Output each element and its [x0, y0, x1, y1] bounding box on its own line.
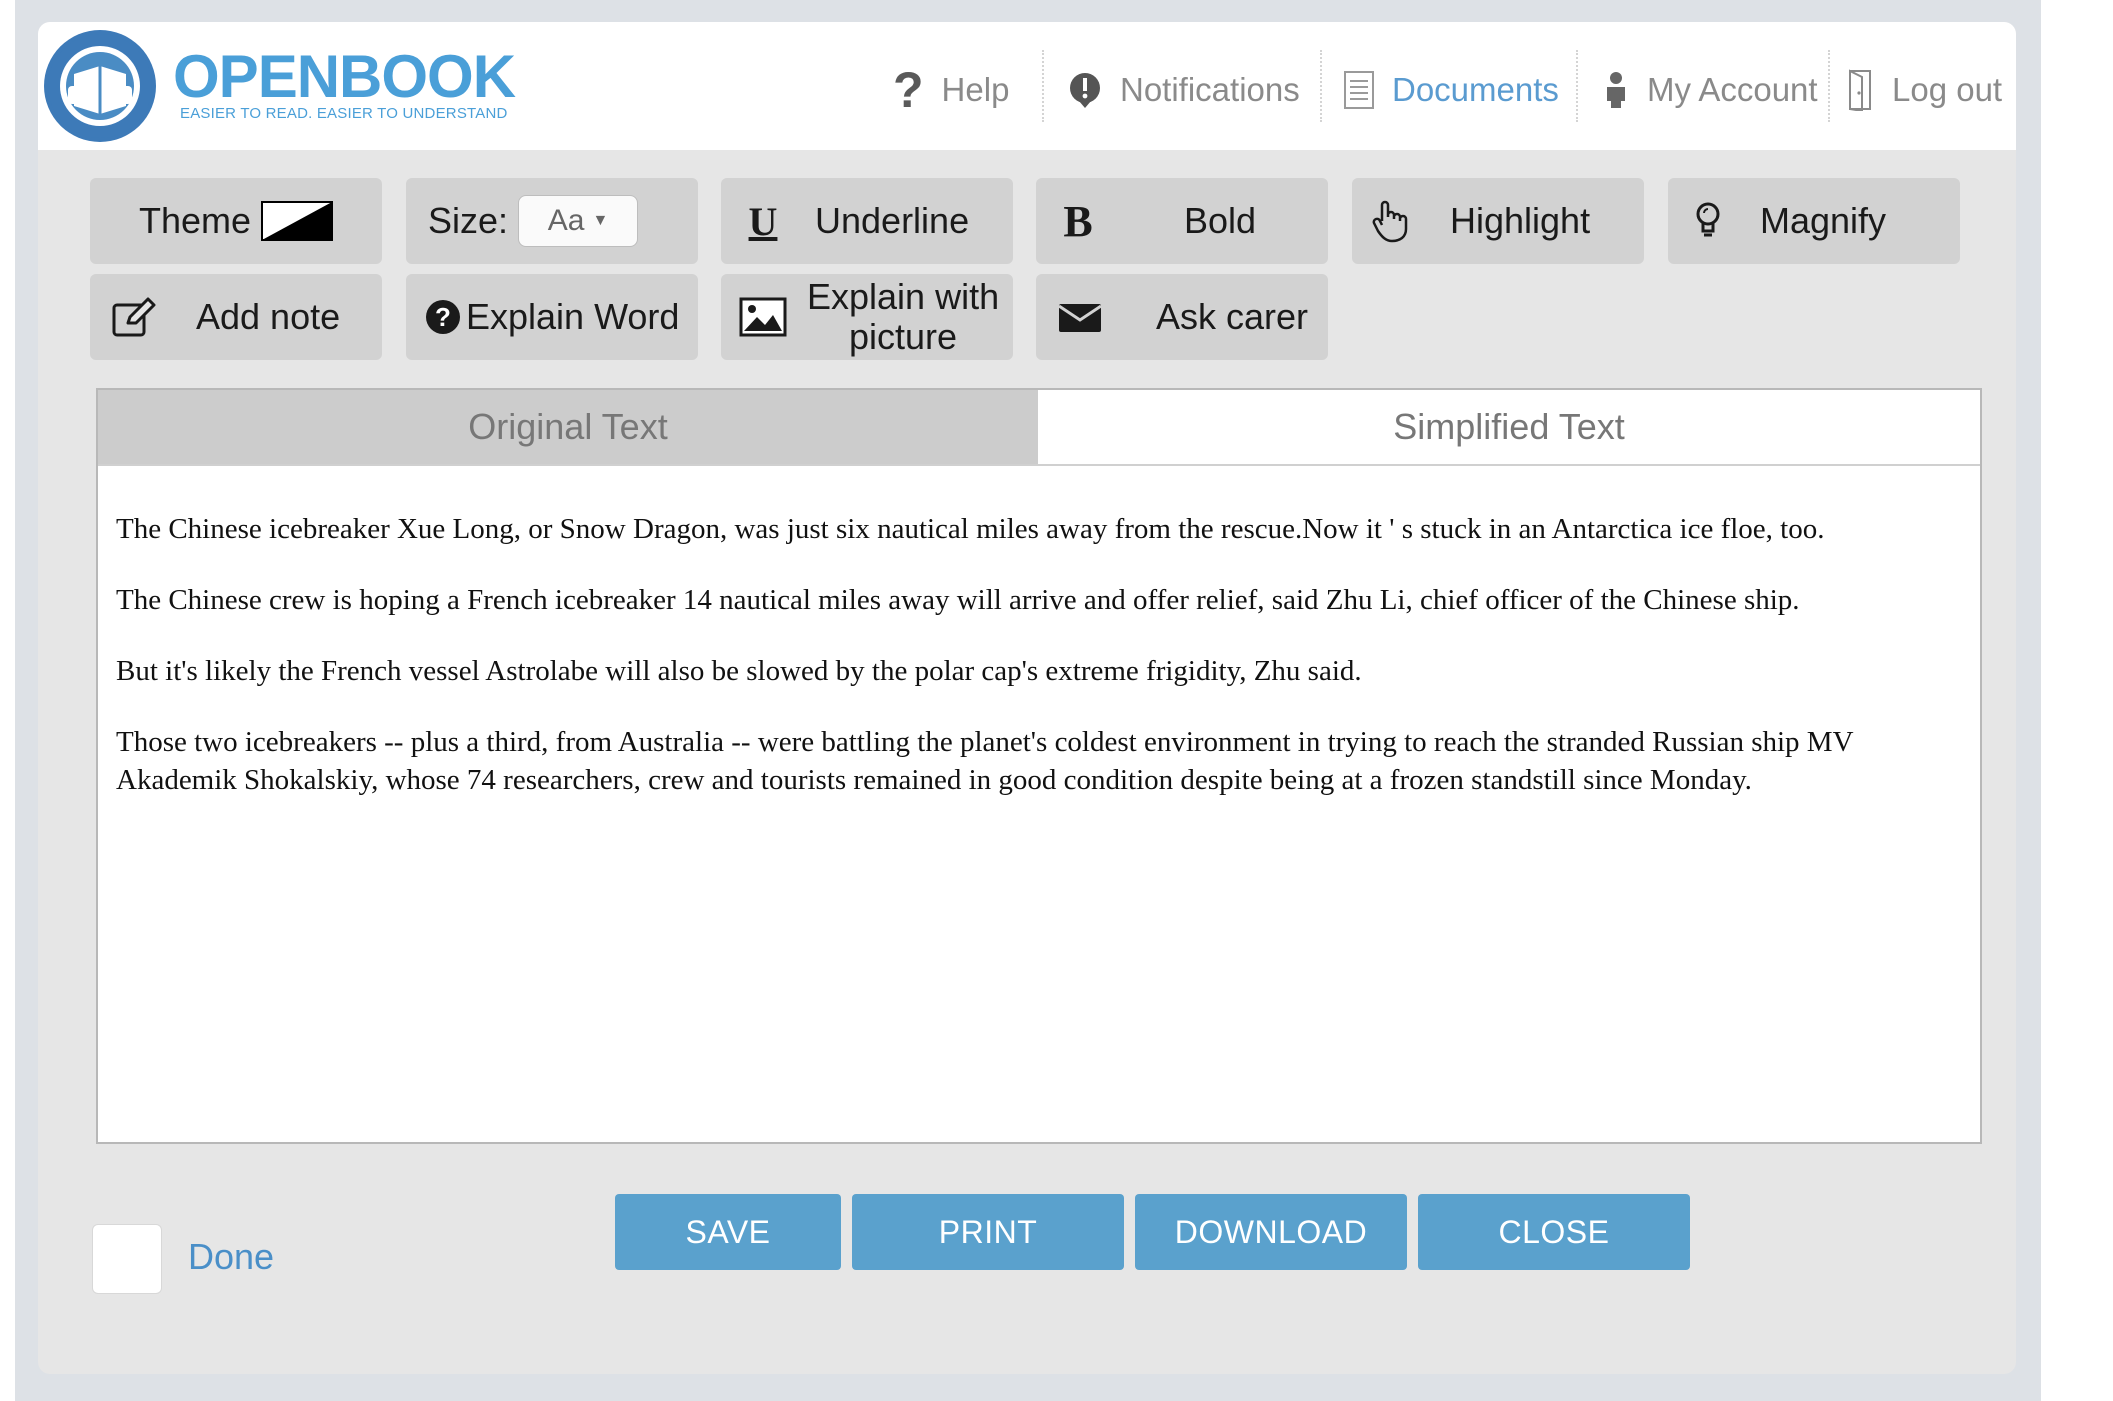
nav-documents-label: Documents [1392, 71, 1559, 108]
add-note-button[interactable]: Add note [90, 274, 382, 360]
door-icon [1848, 69, 1874, 111]
nav-my-account[interactable]: My Account [1603, 68, 1818, 112]
size-button[interactable]: Size: Aa ▼ [406, 178, 698, 264]
lightbulb-icon [1694, 201, 1722, 241]
highlight-label: Highlight [1450, 200, 1591, 241]
header: OPENBOOK EASIER TO READ. EASIER TO UNDER… [38, 22, 2016, 150]
underline-icon: U [748, 198, 778, 244]
nav-help[interactable]: ? Help [893, 62, 1010, 118]
ask-carer-label: Ask carer [1156, 296, 1309, 337]
reader-app: OPENBOOK EASIER TO READ. EASIER TO UNDER… [38, 22, 2016, 1374]
theme-button[interactable]: Theme [90, 178, 382, 264]
pointing-hand-icon [1372, 199, 1412, 243]
print-button[interactable]: PRINT [852, 1194, 1124, 1270]
done-checkbox[interactable] [92, 1224, 162, 1294]
question-circle-icon: ? [424, 298, 462, 336]
nav-log-out-label: Log out [1892, 71, 2003, 108]
nav-log-out[interactable]: Log out [1848, 68, 2002, 112]
document-icon [1344, 71, 1374, 109]
envelope-icon [1058, 300, 1102, 334]
svg-text:?: ? [435, 302, 451, 332]
openbook-logo-icon[interactable] [44, 30, 156, 142]
explain-with-picture-button[interactable]: Explain with picture [721, 274, 1013, 360]
paragraph[interactable]: The Chinese crew is hoping a French iceb… [116, 581, 1966, 619]
alert-icon [1068, 71, 1102, 109]
nav-divider [1320, 50, 1322, 122]
nav-documents[interactable]: Documents [1344, 68, 1559, 112]
nav-my-account-label: My Account [1647, 71, 1818, 108]
explain-picture-line2: picture [849, 316, 958, 357]
explain-picture-line1: Explain with [807, 276, 1000, 317]
nav-divider [1828, 50, 1830, 122]
explain-word-button[interactable]: ? Explain Word [406, 274, 698, 360]
paragraph[interactable]: The Chinese icebreaker Xue Long, or Snow… [116, 510, 1966, 548]
edit-note-icon [112, 297, 156, 337]
size-label: Size: [428, 200, 509, 241]
magnify-label: Magnify [1760, 200, 1887, 241]
person-icon [1603, 71, 1629, 109]
size-select[interactable]: Aa ▼ [518, 195, 639, 247]
brand-name: OPENBOOK [173, 43, 516, 110]
nav-divider [1042, 50, 1044, 122]
explain-word-label: Explain Word [466, 296, 680, 337]
highlight-button[interactable]: Highlight [1352, 178, 1644, 264]
close-button[interactable]: CLOSE [1418, 1194, 1690, 1270]
bold-label: Bold [1184, 200, 1257, 241]
text-panel: Original Text Simplified Text The Chines… [96, 388, 1982, 1144]
theme-label: Theme [138, 200, 252, 241]
picture-icon [739, 297, 787, 337]
caret-down-icon: ▼ [592, 212, 609, 229]
explain-with-picture-label: Explain with picture [807, 277, 999, 357]
size-value: Aa [547, 204, 585, 237]
paragraph[interactable]: Those two icebreakers -- plus a third, f… [116, 723, 1966, 799]
tab-simplified-text[interactable]: Simplified Text [1038, 390, 1980, 464]
bold-icon: B [1063, 196, 1093, 246]
magnify-button[interactable]: Magnify [1668, 178, 1960, 264]
save-button[interactable]: SAVE [615, 1194, 841, 1270]
brand-tagline: EASIER TO READ. EASIER TO UNDERSTAND [180, 105, 508, 122]
nav-help-label: Help [941, 71, 1010, 108]
add-note-label: Add note [196, 296, 341, 337]
document-content[interactable]: The Chinese icebreaker Xue Long, or Snow… [116, 510, 1966, 832]
ask-carer-button[interactable]: Ask carer [1036, 274, 1328, 360]
done-label[interactable]: Done [188, 1236, 274, 1278]
nav-notifications[interactable]: Notifications [1068, 68, 1300, 112]
underline-button[interactable]: U Underline [721, 178, 1013, 264]
download-button[interactable]: DOWNLOAD [1135, 1194, 1407, 1270]
contrast-swatch-icon [261, 201, 334, 241]
underline-label: Underline [815, 200, 970, 241]
tab-original-text[interactable]: Original Text [98, 390, 1038, 464]
nav-divider [1576, 50, 1578, 122]
nav-notifications-label: Notifications [1120, 71, 1300, 108]
paragraph[interactable]: But it's likely the French vessel Astrol… [116, 652, 1966, 690]
question-mark-icon: ? [893, 62, 924, 118]
tab-divider [98, 464, 1980, 466]
bold-button[interactable]: B Bold [1036, 178, 1328, 264]
